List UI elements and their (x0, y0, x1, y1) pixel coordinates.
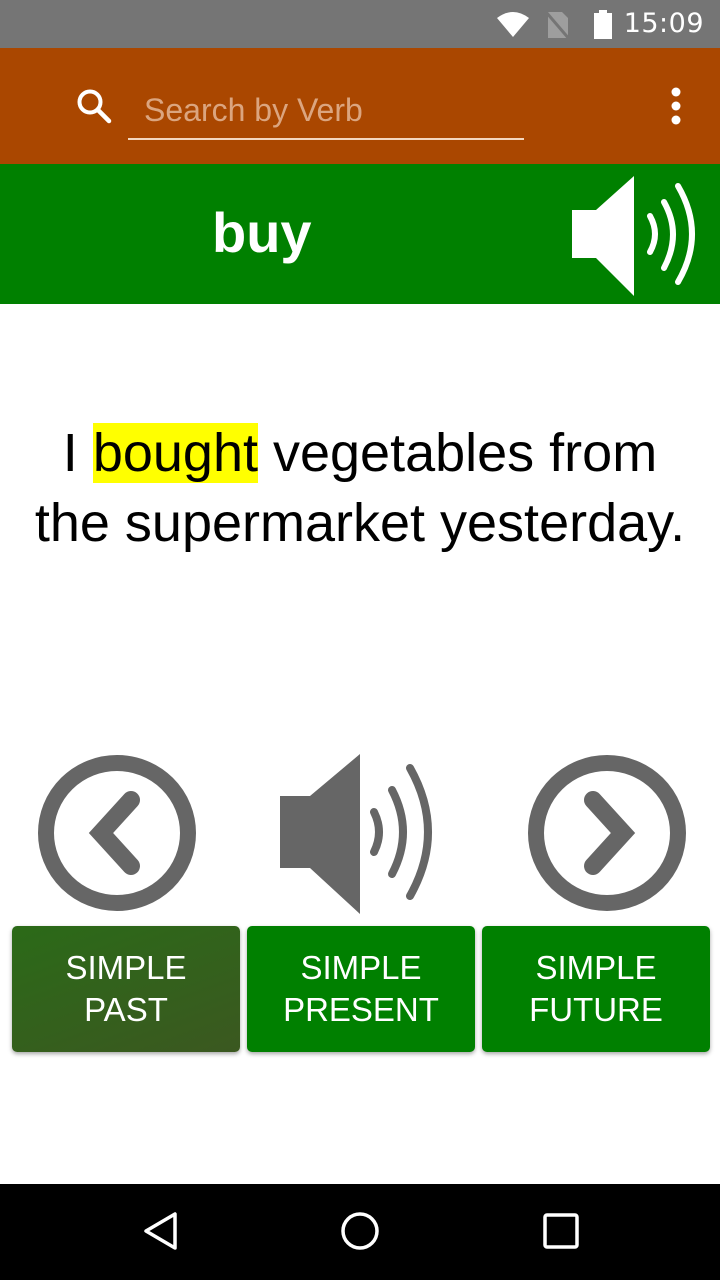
speaker-icon[interactable] (568, 172, 696, 296)
status-time: 15:09 (623, 8, 704, 39)
no-sim-icon (544, 11, 572, 40)
tense-label-line1: SIMPLE (65, 949, 187, 986)
tense-label-line2: FUTURE (529, 991, 663, 1028)
tense-label-line2: PAST (84, 991, 168, 1028)
tense-label-line2: PRESENT (283, 991, 439, 1028)
simple-past-button[interactable]: SIMPLE PAST (12, 926, 240, 1052)
verb-title: buy (212, 201, 312, 264)
speaker-icon[interactable] (278, 750, 448, 916)
home-icon[interactable] (339, 1210, 381, 1252)
search-input[interactable] (128, 82, 524, 140)
chevron-left-circle-icon[interactable] (36, 750, 198, 912)
simple-present-button[interactable]: SIMPLE PRESENT (247, 926, 475, 1052)
tense-label-line1: SIMPLE (535, 949, 657, 986)
simple-future-button[interactable]: SIMPLE FUTURE (482, 926, 710, 1052)
wifi-icon (497, 12, 529, 37)
toolbar (0, 48, 720, 164)
recents-icon[interactable] (540, 1210, 582, 1252)
tense-label-line1: SIMPLE (300, 949, 422, 986)
search-icon[interactable] (76, 88, 114, 126)
chevron-right-circle-icon[interactable] (526, 750, 688, 912)
status-bar: 15:09 (0, 0, 720, 48)
system-nav-bar (0, 1184, 720, 1280)
sentence-before: I (62, 423, 93, 483)
back-icon[interactable] (140, 1210, 182, 1252)
battery-icon (594, 10, 612, 39)
highlighted-verb: bought (92, 423, 258, 483)
verb-header: buy (0, 164, 720, 304)
more-vert-icon[interactable] (660, 84, 692, 128)
example-sentence: I bought vegetables from the supermarket… (30, 418, 690, 558)
